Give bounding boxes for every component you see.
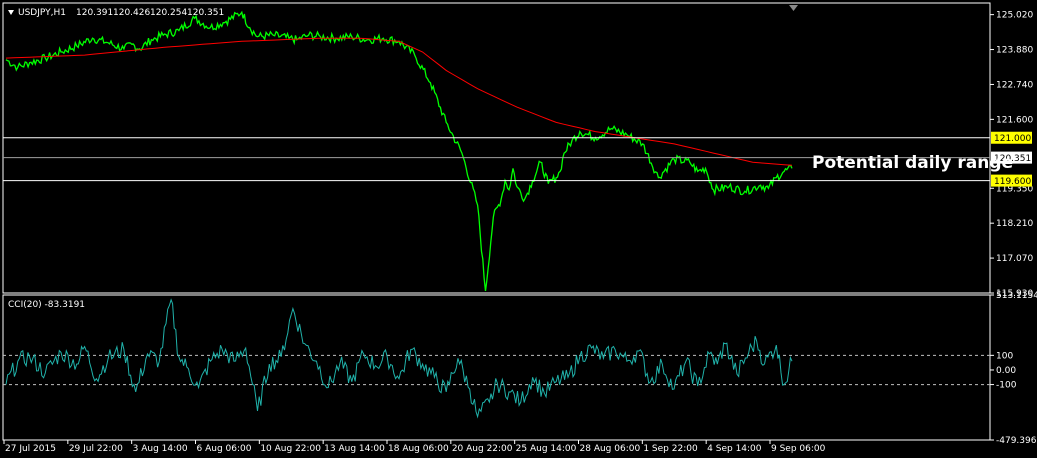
price-y-tick-label: 121.600 xyxy=(996,115,1033,125)
price-line xyxy=(5,10,793,291)
potential-daily-range-annotation: Potential daily range xyxy=(812,153,1013,173)
moving-average-line xyxy=(5,37,793,166)
cci-y-tick-label: -479.3968 xyxy=(996,436,1037,446)
x-tick-label: 28 Aug 06:00 xyxy=(580,444,641,454)
cci-panel[interactable]: CCI(20) -83.3191 513.1154 100 0.00 -100 -479… xyxy=(2,291,1037,446)
price-series-layer xyxy=(5,10,793,291)
x-tick-label: 9 Sep 06:00 xyxy=(771,444,826,454)
x-tick-label: 18 Aug 06:00 xyxy=(388,444,449,454)
cci-panel-frame xyxy=(2,294,991,441)
cci-line xyxy=(5,298,793,419)
x-tick-label: 4 Sep 14:00 xyxy=(707,444,762,454)
price-y-tick-label: 118.210 xyxy=(996,219,1033,229)
cci-y-axis: 513.1154 100 0.00 -100 -479.3968 xyxy=(990,291,1037,446)
quote-high: 120.426 xyxy=(113,8,150,18)
lower-range-level-label: 119.600 xyxy=(994,177,1031,187)
x-tick-label: 27 Jul 2015 xyxy=(5,444,56,454)
x-tick-label: 10 Aug 22:00 xyxy=(260,444,321,454)
shift-marker-icon[interactable] xyxy=(789,5,798,11)
x-tick-label: 20 Aug 22:00 xyxy=(452,444,513,454)
x-tick-label: 1 Sep 22:00 xyxy=(643,444,698,454)
quote-open: 120.391 xyxy=(76,8,113,18)
cci-y-tick-label: 100 xyxy=(996,351,1013,361)
x-tick-label: 3 Aug 14:00 xyxy=(133,444,188,454)
x-tick-label: 25 Aug 14:00 xyxy=(516,444,577,454)
cci-indicator-label: CCI(20) -83.3191 xyxy=(8,300,85,310)
symbol-timeframe-label: USDJPY,H1 xyxy=(18,8,66,18)
price-y-tick-label: 125.020 xyxy=(996,11,1033,21)
cci-y-tick-label: 513.1154 xyxy=(996,291,1037,301)
cci-y-tick-label: -100 xyxy=(996,381,1017,391)
x-tick-label: 13 Aug 14:00 xyxy=(324,444,385,454)
collapse-arrow-icon[interactable] xyxy=(8,10,14,15)
price-panel[interactable]: USDJPY,H1 120.391 120.426 120.254 120.35… xyxy=(2,2,1033,299)
price-y-tick-label: 117.070 xyxy=(996,254,1033,264)
price-panel-frame xyxy=(2,2,991,294)
upper-range-level-label: 121.000 xyxy=(994,134,1031,144)
time-x-axis: 27 Jul 2015 29 Jul 22:00 3 Aug 14:00 6 Aug … xyxy=(3,440,826,454)
price-y-tick-label: 122.740 xyxy=(996,80,1033,90)
x-tick-label: 6 Aug 06:00 xyxy=(197,444,252,454)
quote-low: 120.254 xyxy=(150,8,187,18)
x-tick-label: 29 Jul 22:00 xyxy=(69,444,123,454)
cci-y-tick-label: 0.00 xyxy=(996,366,1016,376)
price-y-tick-label: 123.880 xyxy=(996,46,1033,56)
trading-chart[interactable]: USDJPY,H1 120.391 120.426 120.254 120.35… xyxy=(0,0,1037,458)
cci-series-layer xyxy=(5,298,793,419)
